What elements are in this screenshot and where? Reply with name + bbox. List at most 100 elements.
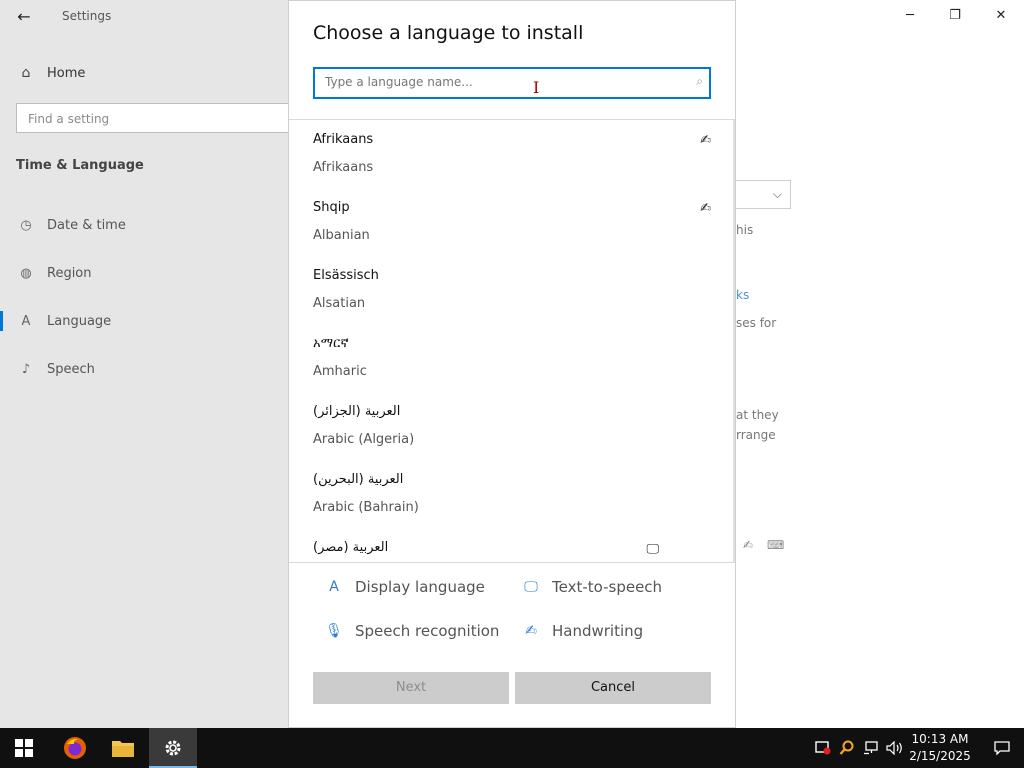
clock-date: 2/15/2025 bbox=[909, 749, 971, 763]
sidebar-item-home[interactable]: ⌂ Home bbox=[16, 62, 86, 84]
sidebar-item-language[interactable]: A Language bbox=[0, 309, 288, 333]
language-native-name: Elsässisch bbox=[313, 268, 379, 283]
display-language-icon: A bbox=[329, 579, 339, 595]
network-icon bbox=[864, 741, 878, 755]
language-native-name: Shqip bbox=[313, 200, 350, 215]
cancel-button[interactable]: Cancel bbox=[515, 672, 711, 704]
language-english-name: Arabic (Bahrain) bbox=[313, 500, 419, 515]
magnifier-icon bbox=[839, 740, 854, 755]
language-english-name: Afrikaans bbox=[313, 160, 374, 175]
gear-icon bbox=[165, 740, 181, 756]
legend-handwriting: ✍ Handwriting bbox=[522, 620, 643, 642]
legend-label: Display language bbox=[355, 578, 485, 596]
next-button[interactable]: Next bbox=[313, 672, 509, 704]
background-text: his bbox=[736, 223, 754, 237]
language-native-name: العربية (البحرين) bbox=[313, 472, 404, 487]
language-native-name: Afrikaans bbox=[313, 132, 374, 147]
sidebar-item-label: Language bbox=[47, 313, 112, 329]
taskbar: 10:13 AM 2/15/2025 bbox=[0, 728, 1024, 768]
back-arrow-icon[interactable]: ← bbox=[12, 6, 36, 28]
text-to-speech-icon: 🖵 bbox=[524, 579, 538, 595]
list-item[interactable]: Shqip Albanian ✍ bbox=[313, 188, 713, 256]
language-native-name: العربية (مصر) bbox=[313, 540, 389, 555]
legend-label: Speech recognition bbox=[355, 622, 500, 640]
search-tray-icon[interactable] bbox=[836, 728, 858, 768]
active-indicator bbox=[0, 311, 3, 331]
legend-text-to-speech: 🖵 Text-to-speech bbox=[522, 576, 662, 598]
section-title: Time & Language bbox=[16, 158, 144, 173]
background-text: at they bbox=[736, 408, 779, 422]
language-english-name: Alsatian bbox=[313, 296, 366, 311]
sidebar-item-label: Date & time bbox=[47, 217, 126, 233]
language-english-name: Albanian bbox=[313, 228, 370, 243]
close-button[interactable]: ✕ bbox=[986, 3, 1016, 29]
sidebar-item-label: Region bbox=[47, 265, 92, 281]
home-icon: ⌂ bbox=[21, 65, 31, 81]
language-icon: A bbox=[21, 313, 31, 329]
firefox-icon bbox=[64, 737, 86, 759]
background-dropdown[interactable]: ⌵ bbox=[736, 180, 791, 209]
legend-label: Text-to-speech bbox=[552, 578, 663, 596]
settings-taskbar-button[interactable] bbox=[149, 728, 197, 768]
firefox-taskbar-button[interactable] bbox=[51, 728, 99, 768]
date-time-icon: ◷ bbox=[20, 217, 32, 233]
dialog-title: Choose a language to install bbox=[313, 22, 584, 44]
divider bbox=[289, 562, 735, 563]
microphone-icon: 🎙 bbox=[325, 623, 343, 639]
text-to-speech-icon: 🖵 bbox=[646, 542, 659, 557]
list-item[interactable]: አማርኛ Amharic bbox=[313, 324, 713, 392]
folder-icon bbox=[112, 741, 134, 757]
legend-speech-recognition: 🎙 Speech recognition bbox=[325, 620, 499, 642]
sidebar-item-speech[interactable]: ♪ Speech bbox=[0, 357, 288, 381]
microphone-icon: ♪ bbox=[21, 361, 31, 377]
notification-icon bbox=[994, 741, 1010, 755]
handwriting-icon: ✍ bbox=[700, 201, 711, 216]
list-item[interactable]: العربية (مصر) 🖵 bbox=[313, 528, 713, 562]
speaker-icon bbox=[886, 741, 902, 755]
app-title: Settings bbox=[62, 9, 112, 23]
language-english-name: Amharic bbox=[313, 364, 367, 379]
start-button[interactable] bbox=[0, 728, 48, 768]
defender-icon bbox=[815, 741, 831, 755]
search-icon: ⌕ bbox=[696, 74, 703, 88]
language-native-name: አማርኛ bbox=[313, 336, 349, 351]
choose-language-dialog: Choose a language to install Type a lang… bbox=[288, 0, 736, 728]
sidebar-item-label: Home bbox=[47, 65, 86, 81]
language-native-name: العربية (الجزائر) bbox=[313, 404, 401, 419]
handwriting-icon: ✍ bbox=[743, 538, 754, 552]
legend-label: Handwriting bbox=[552, 622, 644, 640]
file-explorer-taskbar-button[interactable] bbox=[99, 728, 147, 768]
list-item[interactable]: Afrikaans Afrikaans ✍ bbox=[313, 120, 713, 188]
clock-time: 10:13 AM bbox=[911, 732, 969, 746]
restore-button[interactable]: ❐ bbox=[940, 3, 970, 29]
list-item[interactable]: العربية (الجزائر) Arabic (Algeria) bbox=[313, 392, 713, 460]
sidebar-item-date-time[interactable]: ◷ Date & time bbox=[0, 213, 288, 237]
network-tray-icon[interactable] bbox=[860, 728, 882, 768]
handwriting-icon: ✍ bbox=[525, 623, 537, 639]
language-search-placeholder: Type a language name... bbox=[325, 75, 473, 89]
background-link[interactable]: ks bbox=[736, 288, 749, 302]
find-setting-placeholder: Find a setting bbox=[28, 112, 110, 126]
taskbar-clock[interactable]: 10:13 AM 2/15/2025 bbox=[905, 731, 975, 765]
legend-display-language: A Display language bbox=[325, 576, 485, 598]
background-text: ses for bbox=[736, 316, 777, 330]
list-item[interactable]: العربية (البحرين) Arabic (Bahrain) bbox=[313, 460, 713, 528]
language-search-input[interactable]: Type a language name... ⌕ bbox=[313, 67, 711, 99]
find-setting-input[interactable]: Find a setting bbox=[16, 103, 296, 133]
action-center-button[interactable] bbox=[980, 728, 1024, 768]
sidebar-item-label: Speech bbox=[47, 361, 95, 377]
text-cursor-icon: I bbox=[533, 78, 540, 97]
handwriting-icon: ✍ bbox=[700, 133, 711, 148]
scrollbar[interactable] bbox=[733, 120, 735, 562]
chevron-down-icon: ⌵ bbox=[772, 187, 782, 201]
background-text: rrange bbox=[736, 428, 776, 442]
globe-icon: ◍ bbox=[20, 265, 32, 281]
language-list[interactable]: Afrikaans Afrikaans ✍ Shqip Albanian ✍ E… bbox=[289, 120, 735, 562]
windows-logo-icon bbox=[15, 739, 33, 757]
security-tray-icon[interactable] bbox=[812, 728, 834, 768]
language-english-name: Arabic (Algeria) bbox=[313, 432, 415, 447]
sidebar-item-region[interactable]: ◍ Region bbox=[0, 261, 288, 285]
list-item[interactable]: Elsässisch Alsatian bbox=[313, 256, 713, 324]
volume-tray-icon[interactable] bbox=[884, 728, 906, 768]
minimize-button[interactable]: ─ bbox=[895, 3, 925, 29]
